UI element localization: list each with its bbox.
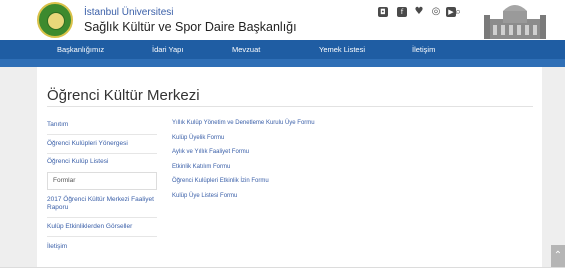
sidebar-item-formlar[interactable]: Formlar [53,177,163,185]
nav-item-idari-yapi[interactable]: İdari Yapı [152,45,183,54]
sidebar-divider [47,153,157,154]
building-illustration [475,1,555,40]
sidebar-divider [47,217,157,218]
site-header: İstanbul Üniversitesi Sağlık Kültür ve S… [0,0,565,40]
sidebar-item-yonerge[interactable]: Öğrenci Kulüpleri Yönergesi [47,140,157,148]
title-divider [47,106,533,107]
facebook-icon[interactable]: f [397,7,407,17]
twitter-icon[interactable]: ♥ [414,7,424,17]
page-title: Öğrenci Kültür Merkezi [47,87,200,104]
form-link-izin[interactable]: Öğrenci Kulüpleri Etkinlik İzin Formu [172,178,269,184]
nav-band [0,59,565,67]
sidebar-item-faaliyet-raporu[interactable]: 2017 Öğrenci Kültür Merkezi Faaliyet Rap… [47,196,157,212]
scroll-to-top-button[interactable]: ⌃ [551,245,565,267]
sidebar-item-iletisim[interactable]: İletişim [47,243,157,251]
form-link-faaliyet[interactable]: Aylık ve Yıllık Faaliyet Formu [172,149,249,155]
form-link-katilim[interactable]: Etkinlik Katılım Formu [172,164,230,170]
sidebar-item-kulup-listesi[interactable]: Öğrenci Kulüp Listesi [47,158,157,166]
nav-item-mevzuat[interactable]: Mevzuat [232,45,260,54]
nav-item-yemek-listesi[interactable]: Yemek Listesi [319,45,365,54]
instagram-icon[interactable]: ◘ [378,7,388,17]
main-nav: Başkanlığımız İdari Yapı Mevzuat Yemek L… [0,40,565,59]
sidebar-item-gorseller[interactable]: Kulüp Etkinliklerden Görseller [47,223,157,231]
sidebar-item-tanitim[interactable]: Tanıtım [47,121,157,129]
nav-item-iletisim[interactable]: İletişim [412,45,435,54]
footer-edge [0,267,565,272]
search-icon[interactable]: ⌕ [455,5,461,19]
form-link-uyelik[interactable]: Kulüp Üyelik Formu [172,135,224,141]
form-link-uye-listesi[interactable]: Kulüp Üye Listesi Formu [172,193,237,199]
org-name[interactable]: İstanbul Üniversitesi [84,7,173,18]
sidebar-divider [47,236,157,237]
form-link-yonetim[interactable]: Yıllık Kulüp Yönetim ve Denetleme Kurulu… [172,120,315,126]
dept-name[interactable]: Sağlık Kültür ve Spor Daire Başkanlığı [84,20,297,34]
university-logo[interactable] [37,2,73,38]
sidebar-divider [47,134,157,135]
nav-item-baskanligimiz[interactable]: Başkanlığımız [57,45,104,54]
youtube-icon[interactable]: ◎ [431,7,441,17]
